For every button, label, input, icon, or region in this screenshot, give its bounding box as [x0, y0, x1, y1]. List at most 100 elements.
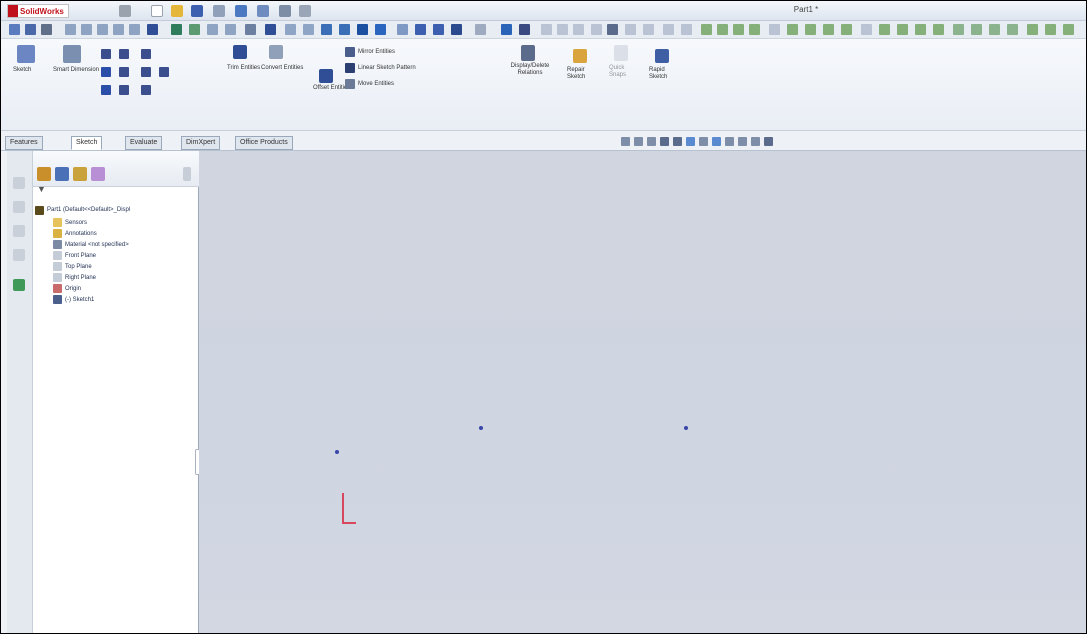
tab-office-products[interactable]: Office Products [235, 136, 293, 150]
draft-icon[interactable] [823, 24, 834, 35]
dimxpert-toggle-icon[interactable] [13, 249, 25, 261]
repair-sketch-command[interactable]: Repair Sketch [567, 49, 595, 81]
rotate-view-icon[interactable] [129, 24, 140, 35]
mass-properties-icon[interactable] [475, 24, 486, 35]
move-entities-command[interactable]: Move Entities [345, 79, 394, 89]
tree-item-top-plane[interactable]: Top Plane [33, 261, 199, 272]
sketch-point[interactable] [335, 450, 339, 454]
tab-features[interactable]: Features [5, 136, 43, 150]
tab-evaluate[interactable]: Evaluate [125, 136, 163, 150]
edit-appearance-icon[interactable] [285, 24, 296, 35]
hole-wizard-icon[interactable] [897, 24, 908, 35]
hide-show-icon[interactable] [339, 24, 350, 35]
sketch-picture-icon[interactable] [681, 24, 692, 35]
solidworks-logo[interactable]: SolidWorks [7, 4, 69, 18]
deform-icon[interactable] [1063, 24, 1074, 35]
tree-item-right-plane[interactable]: Right Plane [33, 272, 199, 283]
tree-item-origin[interactable]: Origin [33, 283, 199, 294]
shaded-icon[interactable] [189, 24, 200, 35]
options-icon[interactable] [299, 5, 311, 17]
fillet-sketch-icon[interactable] [141, 67, 151, 77]
filter-icon[interactable]: ▼ [37, 184, 46, 194]
zoom-to-area-icon[interactable] [634, 137, 643, 146]
property-manager-tab-icon[interactable] [55, 167, 69, 181]
camera-icon[interactable] [357, 24, 368, 35]
linear-pattern-command[interactable]: Linear Sketch Pattern [345, 63, 416, 73]
check-sketch-icon[interactable] [501, 24, 512, 35]
shell-icon[interactable] [805, 24, 816, 35]
zoom-in-icon[interactable] [97, 24, 108, 35]
spline-tools-icon[interactable] [643, 24, 654, 35]
spline-icon[interactable] [141, 49, 151, 59]
view-settings-icon[interactable] [321, 24, 332, 35]
arc-icon[interactable] [119, 67, 129, 77]
instant3d-icon[interactable] [953, 24, 964, 35]
feature-revolve-icon[interactable] [717, 24, 728, 35]
feature-manager-tab-icon[interactable] [37, 167, 51, 181]
tree-root-part[interactable]: Part1 (Default<<Default>_Displ [33, 203, 199, 217]
apply-scene-icon[interactable] [303, 24, 314, 35]
freeform-icon[interactable] [1027, 24, 1038, 35]
circle-icon[interactable] [119, 49, 129, 59]
panel-arrow-icon[interactable] [183, 167, 191, 181]
rebuild-icon[interactable] [279, 5, 291, 17]
display-manager-toggle-icon[interactable] [13, 279, 25, 291]
standard-views-icon[interactable] [147, 24, 158, 35]
tree-item-sensors[interactable]: Sensors [33, 217, 199, 228]
tree-toggle-icon[interactable] [13, 177, 25, 189]
point-icon[interactable] [141, 85, 151, 95]
chamfer-icon[interactable] [787, 24, 798, 35]
align-icon[interactable] [573, 24, 584, 35]
flex-icon[interactable] [1045, 24, 1056, 35]
edit-appearance-hud-icon[interactable] [712, 137, 721, 146]
realview-hud-icon[interactable] [751, 137, 760, 146]
display-style-hud-icon[interactable] [686, 137, 695, 146]
perspective-icon[interactable] [375, 24, 386, 35]
realview-icon[interactable] [415, 24, 426, 35]
new-document-icon[interactable] [151, 5, 163, 17]
sketch-command[interactable]: Sketch [13, 45, 39, 74]
layer-icon[interactable] [591, 24, 602, 35]
menu-pin-icon[interactable] [119, 5, 131, 17]
reference-geometry-icon[interactable] [915, 24, 926, 35]
view-settings-hud-icon[interactable] [738, 137, 747, 146]
apply-scene-hud-icon[interactable] [725, 137, 734, 146]
sketch-point[interactable] [479, 426, 483, 430]
quick-snaps-command[interactable]: Quick Snaps [609, 45, 635, 79]
convert-entities-command[interactable]: Convert Entities [261, 45, 303, 72]
display-delete-relations-command[interactable]: Display/Delete Relations [499, 45, 561, 77]
ambient-occlusion-icon[interactable] [433, 24, 444, 35]
save-icon[interactable] [191, 5, 203, 17]
slot-icon[interactable] [101, 85, 111, 95]
rapid-sketch-command[interactable]: Rapid Sketch [649, 49, 677, 81]
zoom-area-icon[interactable] [81, 24, 92, 35]
mirror-entities-command[interactable]: Mirror Entities [345, 47, 395, 57]
dome-icon[interactable] [971, 24, 982, 35]
feature-sweep-icon[interactable] [733, 24, 744, 35]
pattern-icon[interactable] [861, 24, 872, 35]
offset-entities-command[interactable]: Offset Entities [313, 69, 350, 92]
tree-item-sketch1[interactable]: (-) Sketch1 [33, 294, 199, 305]
tree-item-material[interactable]: Material <not specified> [33, 239, 199, 250]
mirror-feature-icon[interactable] [879, 24, 890, 35]
measure-icon[interactable] [451, 24, 462, 35]
zoom-fit-icon[interactable] [65, 24, 76, 35]
shadows-hud-icon[interactable] [764, 137, 773, 146]
hidden-lines-icon[interactable] [207, 24, 218, 35]
fillet-icon[interactable] [769, 24, 780, 35]
graphics-area[interactable] [199, 151, 1086, 633]
dimxpert-manager-tab-icon[interactable] [91, 167, 105, 181]
sketch-tool-icon[interactable] [9, 24, 20, 35]
sketch-point[interactable] [684, 426, 688, 430]
rectangle-icon[interactable] [101, 67, 111, 77]
intersect-icon[interactable] [1007, 24, 1018, 35]
shadows-icon[interactable] [397, 24, 408, 35]
curves-icon[interactable] [933, 24, 944, 35]
grid-icon[interactable] [541, 24, 552, 35]
configuration-manager-tab-icon[interactable] [73, 167, 87, 181]
tree-item-front-plane[interactable]: Front Plane [33, 250, 199, 261]
tree-item-annotations[interactable]: Annotations [33, 228, 199, 239]
smart-dimension-command[interactable]: Smart Dimension [53, 45, 99, 74]
feature-loft-icon[interactable] [749, 24, 760, 35]
section-view-icon[interactable] [245, 24, 256, 35]
